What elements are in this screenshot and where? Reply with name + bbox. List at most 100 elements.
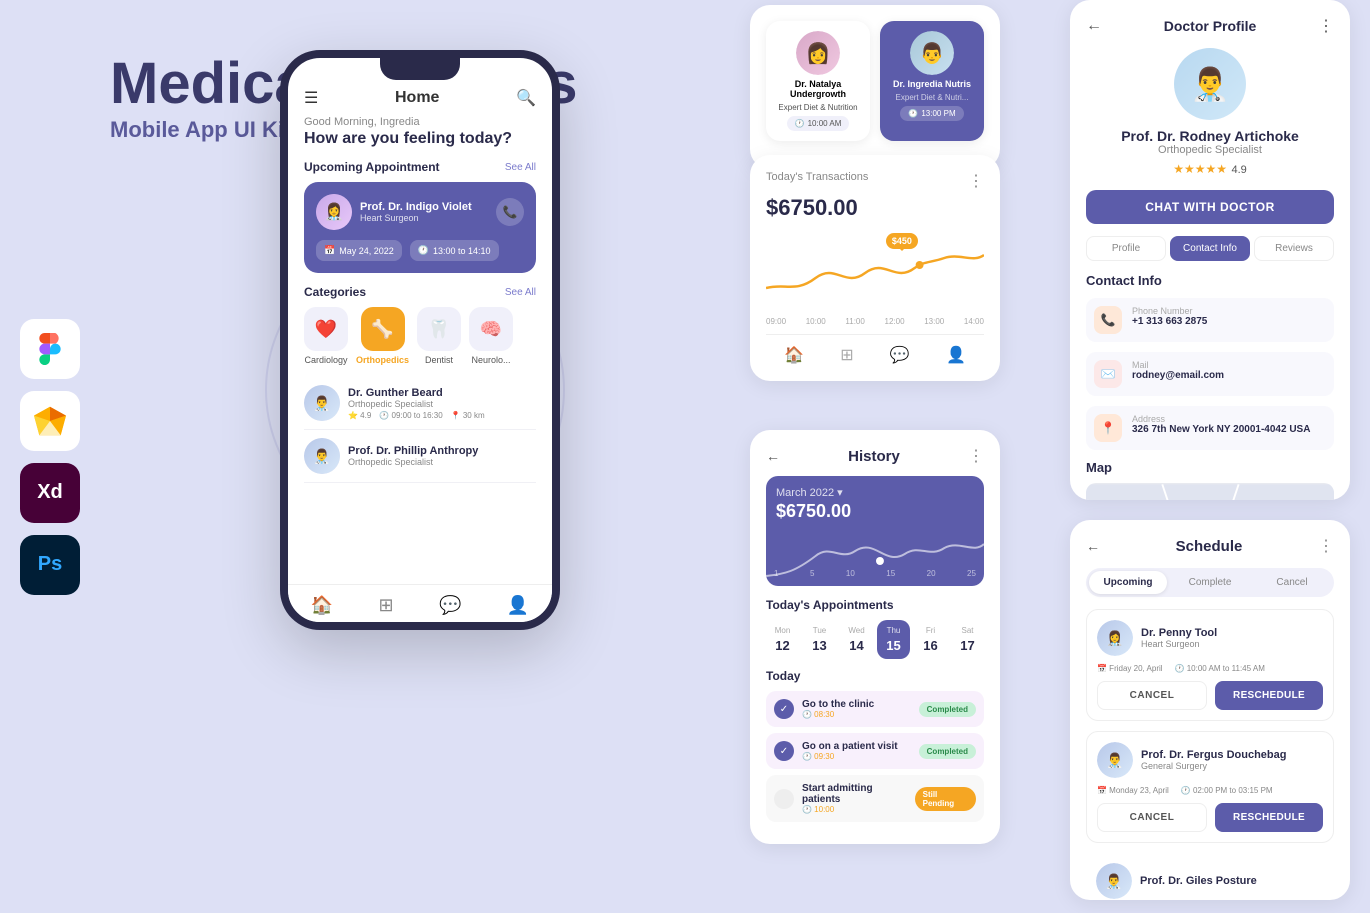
address-value: 326 7th New York NY 20001-4042 USA xyxy=(1132,424,1310,435)
phone-label: Phone Number xyxy=(1132,306,1207,316)
doctors-appointment-card: 👩 Dr. Natalya Undergrowth Expert Diet & … xyxy=(750,5,1000,169)
categories-see-all[interactable]: See All xyxy=(505,287,536,298)
schedule-menu-icon[interactable]: ⋮ xyxy=(1318,536,1334,556)
transactions-amount: $6750.00 xyxy=(766,195,984,221)
trans-nav-chat[interactable]: 💬 xyxy=(890,345,910,365)
nav-grid-icon[interactable]: ⊞ xyxy=(379,595,394,616)
calendar-day-sat[interactable]: Sat 17 xyxy=(951,620,984,659)
doctor-meta-1: ⭐ 4.9 🕐 09:00 to 16:30 📍 30 km xyxy=(348,411,536,420)
nav-profile-icon[interactable]: 👤 xyxy=(507,595,529,616)
address-label: Address xyxy=(1132,414,1310,424)
calendar-day-tue[interactable]: Tue 13 xyxy=(803,620,836,659)
transactions-chart: $450 xyxy=(766,233,984,313)
doctor-card-ingredia[interactable]: 👨 Dr. Ingredia Nutris Expert Diet & Nutr… xyxy=(880,21,984,141)
schedule-tabs: Upcoming Complete Cancel xyxy=(1086,568,1334,597)
back-icon[interactable]: ← xyxy=(1086,17,1102,35)
apt-doctor-name: Prof. Dr. Indigo Violet xyxy=(360,201,472,213)
schedule-doc-meta-2: 📅 Monday 23, April 🕐 02:00 PM to 03:15 P… xyxy=(1097,786,1323,795)
apt-time-3: 🕐 10:00 xyxy=(802,805,907,814)
map-placeholder xyxy=(1086,483,1334,500)
more-options-icon[interactable]: ⋮ xyxy=(1318,16,1334,36)
doctor-spec-1: Orthopedic Specialist xyxy=(348,399,536,409)
calendar-day-wed[interactable]: Wed 14 xyxy=(840,620,873,659)
search-icon[interactable]: 🔍 xyxy=(516,88,536,108)
category-dentist[interactable]: 🦷 Dentist xyxy=(417,307,461,365)
doctor-list-item[interactable]: 👨‍⚕️ Dr. Gunther Beard Orthopedic Specia… xyxy=(304,377,536,430)
schedule-tab-cancel[interactable]: Cancel xyxy=(1253,571,1331,594)
apt-item-visit: ✓ Go on a patient visit 🕐 09:30 Complete… xyxy=(766,733,984,769)
categories-title: Categories xyxy=(304,285,366,299)
mail-icon: ✉️ xyxy=(1094,360,1122,388)
phone-icon: 📞 xyxy=(1094,306,1122,334)
appointment-card: 👩‍⚕️ Prof. Dr. Indigo Violet Heart Surge… xyxy=(304,182,536,273)
doctor-list-item-2[interactable]: 👨‍⚕️ Prof. Dr. Phillip Anthropy Orthoped… xyxy=(304,430,536,483)
apt-time: 🕐 13:00 to 14:10 xyxy=(410,240,499,261)
calendar-day-fri[interactable]: Fri 16 xyxy=(914,620,947,659)
schedule-doc-meta-1: 📅 Friday 20, April 🕐 10:00 AM to 11:45 A… xyxy=(1097,664,1323,673)
schedule-back-icon[interactable]: ← xyxy=(1086,538,1100,554)
profile-tabs: Profile Contact Info Reviews xyxy=(1086,236,1334,261)
phone-notch xyxy=(380,58,460,80)
trans-nav-profile[interactable]: 👤 xyxy=(946,345,966,365)
location-icon: 📍 xyxy=(1094,414,1122,442)
figma-icon[interactable] xyxy=(20,319,80,379)
doctor-card-natalya[interactable]: 👩 Dr. Natalya Undergrowth Expert Diet & … xyxy=(766,21,870,141)
calendar-day-mon[interactable]: Mon 12 xyxy=(766,620,799,659)
trans-nav-home[interactable]: 🏠 xyxy=(784,345,804,365)
category-neurology[interactable]: 🧠 Neurolo... xyxy=(469,307,513,365)
apt-check-1: ✓ xyxy=(774,699,794,719)
transactions-nav: 🏠 ⊞ 💬 👤 xyxy=(766,334,984,365)
history-back-icon[interactable]: ← xyxy=(766,448,780,464)
reschedule-button-1[interactable]: RESCHEDULE xyxy=(1215,681,1323,710)
schedule-tab-upcoming[interactable]: Upcoming xyxy=(1089,571,1167,594)
reschedule-button-2[interactable]: RESCHEDULE xyxy=(1215,803,1323,832)
schedule-doc-item-3: 👨‍⚕️ Prof. Dr. Giles Posture xyxy=(1086,853,1334,899)
chat-with-doctor-button[interactable]: CHAT WITH DOCTOR xyxy=(1086,190,1334,224)
phone-bottom-nav: 🏠 ⊞ 💬 👤 xyxy=(288,584,552,622)
sidebar: Xd Ps xyxy=(20,319,80,595)
history-chart: March 2022 ▾ $6750.00 1 5 10 15 20 25 xyxy=(766,476,984,586)
transactions-menu-icon[interactable]: ⋮ xyxy=(968,171,984,191)
doc-name-natalya: Dr. Natalya Undergrowth xyxy=(776,79,860,99)
history-month: March 2022 ▾ xyxy=(776,486,974,499)
mail-value: rodney@email.com xyxy=(1132,370,1224,381)
nav-chat-icon[interactable]: 💬 xyxy=(439,595,461,616)
schedule-doc-name-1: Dr. Penny Tool xyxy=(1141,627,1217,639)
ps-icon[interactable]: Ps xyxy=(20,535,80,595)
tab-reviews[interactable]: Reviews xyxy=(1254,236,1334,261)
call-button[interactable]: 📞 xyxy=(496,198,524,226)
apt-check-2: ✓ xyxy=(774,741,794,761)
nav-home-icon[interactable]: 🏠 xyxy=(311,595,333,616)
apt-item-clinic: ✓ Go to the clinic 🕐 08:30 Completed xyxy=(766,691,984,727)
rating-stars: ★★★★★ xyxy=(1173,162,1227,176)
mail-label: Mail xyxy=(1132,360,1224,370)
category-cardiology[interactable]: ❤️ Cardiology xyxy=(304,307,348,365)
schedule-actions-2: CANCEL RESCHEDULE xyxy=(1097,803,1323,832)
calendar-label: Today's Appointments xyxy=(766,598,984,612)
profile-card-title: Doctor Profile xyxy=(1102,18,1318,34)
schedule-tab-complete[interactable]: Complete xyxy=(1171,571,1249,594)
history-menu-icon[interactable]: ⋮ xyxy=(968,446,984,466)
appointment-see-all[interactable]: See All xyxy=(505,162,536,173)
appointment-section-title: Upcoming Appointment xyxy=(304,160,440,174)
calendar-day-thu[interactable]: Thu 15 xyxy=(877,620,910,659)
doc-spec-natalya: Expert Diet & Nutrition xyxy=(778,103,857,112)
schedule-doc-spec-2: General Surgery xyxy=(1141,761,1286,771)
tab-profile[interactable]: Profile xyxy=(1086,236,1166,261)
category-orthopedics[interactable]: 🦴 Orthopedics xyxy=(356,307,409,365)
phone-value: +1 313 663 2875 xyxy=(1132,316,1207,327)
schedule-doc-item-2: 👨‍⚕️ Prof. Dr. Fergus Douchebag General … xyxy=(1086,731,1334,843)
cancel-button-1[interactable]: CANCEL xyxy=(1097,681,1207,710)
map-title: Map xyxy=(1086,460,1334,475)
tab-contact-info[interactable]: Contact Info xyxy=(1170,236,1250,261)
cancel-button-2[interactable]: CANCEL xyxy=(1097,803,1207,832)
doc-time-natalya: 🕐 10:00 AM xyxy=(787,116,850,131)
apt-time-2: 🕐 09:30 xyxy=(802,752,898,761)
menu-icon[interactable]: ☰ xyxy=(304,88,318,108)
xd-icon[interactable]: Xd xyxy=(20,463,80,523)
phone-screen-title: Home xyxy=(395,89,439,107)
trans-nav-grid[interactable]: ⊞ xyxy=(840,345,853,365)
sketch-icon[interactable] xyxy=(20,391,80,451)
schedule-title: Schedule xyxy=(1100,538,1318,555)
schedule-actions-1: CANCEL RESCHEDULE xyxy=(1097,681,1323,710)
